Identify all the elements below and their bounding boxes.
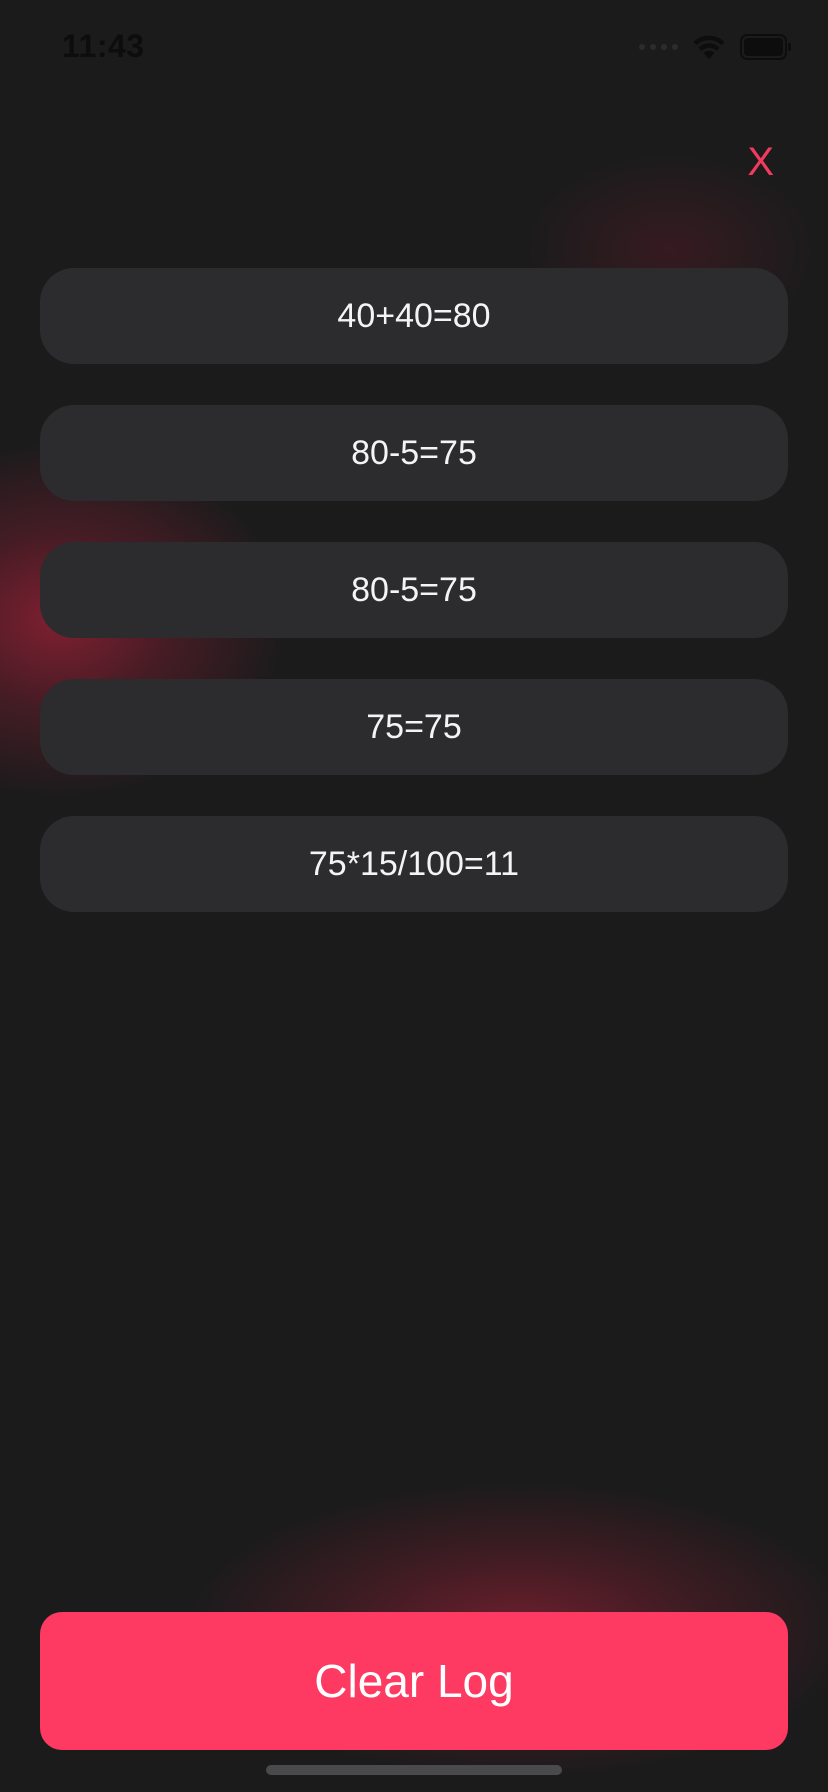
home-indicator[interactable]	[266, 1765, 562, 1775]
log-list: 40+40=80 80-5=75 80-5=75 75=75 75*15/100…	[40, 268, 788, 912]
app-screen: 11:43 X 40+40=80 80-5=75 80-5=75 75=75 7…	[0, 0, 828, 1792]
log-entry[interactable]: 40+40=80	[40, 268, 788, 364]
status-bar-time: 11:43	[62, 28, 145, 64]
log-entry[interactable]: 80-5=75	[40, 405, 788, 501]
clear-log-button[interactable]: Clear Log	[40, 1612, 788, 1750]
battery-icon	[740, 34, 792, 60]
close-button[interactable]: X	[747, 142, 774, 182]
cellular-signal-icon	[639, 44, 678, 50]
log-entry[interactable]: 75*15/100=11	[40, 816, 788, 912]
log-entry[interactable]: 80-5=75	[40, 542, 788, 638]
log-entry[interactable]: 75=75	[40, 679, 788, 775]
status-bar-icons	[639, 34, 792, 60]
wifi-icon	[692, 34, 726, 60]
